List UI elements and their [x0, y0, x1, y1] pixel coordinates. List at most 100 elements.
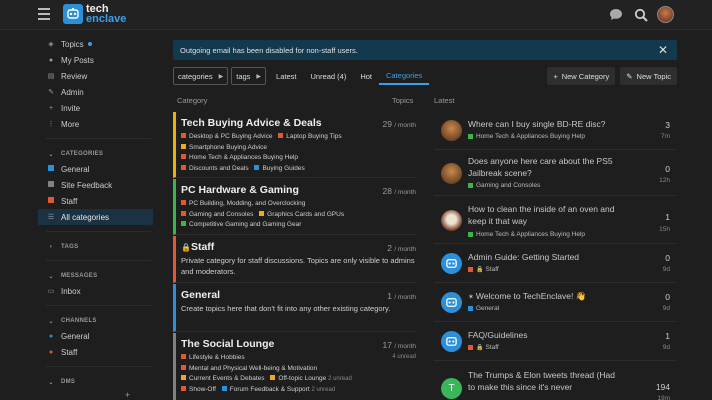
- poster-avatar[interactable]: T: [441, 378, 462, 399]
- poster-avatar[interactable]: [441, 253, 462, 274]
- search-icon[interactable]: [632, 6, 649, 23]
- sidebar: ◈ Topics ● My Posts ▤ Review ✎ Admin + I…: [38, 36, 153, 389]
- new-topic-button[interactable]: ✎ New Topic: [620, 67, 677, 85]
- subcategory-link[interactable]: Home Tech & Appliances Buying Help: [181, 153, 298, 164]
- section-header-dms[interactable]: ⌄ DMS: [38, 375, 153, 389]
- section-header-tags[interactable]: › TAGS: [38, 240, 153, 254]
- category-row[interactable]: PC Hardware & Gaming 28 / month PC Build…: [173, 179, 416, 235]
- poster-avatar[interactable]: [441, 120, 462, 141]
- category-title[interactable]: PC Hardware & Gaming: [181, 184, 416, 196]
- section-header-messages[interactable]: ⌄ MESSAGES: [38, 269, 153, 283]
- subcategory-link[interactable]: Discounts and Deals: [181, 164, 249, 175]
- more-icon: ⋮: [47, 121, 55, 128]
- caret-right-icon: ▶: [256, 73, 262, 80]
- topic-title[interactable]: How to clean the inside of an oven and k…: [468, 204, 618, 227]
- reply-count: 1: [665, 212, 670, 222]
- subcategory-link[interactable]: Lifestyle & Hobbies: [181, 353, 245, 364]
- sidebar-item-my-posts[interactable]: ● My Posts: [38, 52, 153, 68]
- topic-age[interactable]: 9d: [663, 305, 670, 312]
- subcategory-link[interactable]: Forum Feedback & Support 2 unread: [221, 385, 335, 396]
- topic-category[interactable]: 🔒 Staff: [468, 266, 499, 273]
- sidebar-item-admin[interactable]: ✎ Admin: [38, 84, 153, 100]
- poster-avatar[interactable]: [441, 331, 462, 352]
- category-title[interactable]: The Social Lounge: [181, 338, 416, 350]
- latest-topic-row[interactable]: ✶ Welcome to TechEnclave! 👋 General 0 9d: [434, 284, 677, 322]
- subcategory-link[interactable]: Laptop Buying Tips: [278, 132, 342, 143]
- latest-topic-row[interactable]: T The Trumps & Elon tweets thread (Had t…: [434, 362, 677, 400]
- category-title[interactable]: General: [181, 289, 416, 301]
- sidebar-inbox[interactable]: ▭ Inbox: [38, 283, 153, 299]
- poster-avatar[interactable]: [441, 292, 462, 313]
- topic-title[interactable]: FAQ/Guidelines: [468, 330, 628, 342]
- tags-dropdown[interactable]: tags ▶: [231, 67, 267, 85]
- subcategory-link[interactable]: Current Events & Debates: [181, 374, 265, 385]
- sidebar-item-more[interactable]: ⋮ More: [38, 116, 153, 132]
- latest-topic-row[interactable]: Admin Guide: Getting Started 🔒 Staff 0 9d: [434, 245, 677, 283]
- subcategory-link[interactable]: Show-Off: [181, 385, 216, 396]
- subcategory-link[interactable]: Desktop & PC Buying Advice: [181, 132, 272, 143]
- topic-title[interactable]: Where can I buy single BD-RE disc?: [468, 119, 628, 131]
- latest-topic-row[interactable]: FAQ/Guidelines 🔒 Staff 1 9d: [434, 323, 677, 361]
- hamburger-menu-icon[interactable]: [38, 8, 50, 20]
- nav-hot[interactable]: Hot: [353, 67, 379, 85]
- subcategory-link[interactable]: Off-topic Lounge 2 unread: [270, 374, 352, 385]
- site-logo[interactable]: tech enclave: [63, 4, 126, 25]
- sidebar-all-categories[interactable]: ☰ All categories: [38, 209, 153, 225]
- topic-age[interactable]: 7m: [661, 133, 670, 140]
- category-title[interactable]: 🔒Staff: [181, 241, 416, 253]
- chat-icon[interactable]: [607, 6, 624, 23]
- topic-age[interactable]: 19m: [657, 395, 670, 400]
- subcategory-link[interactable]: Graphics Cards and GPUs: [259, 210, 344, 221]
- subcategory-link[interactable]: PC Building, Modding, and Overclocking: [181, 199, 305, 210]
- nav-unread[interactable]: Unread (4): [303, 67, 353, 85]
- category-row[interactable]: General 1 / month Create topics here tha…: [173, 284, 416, 332]
- category-title[interactable]: Tech Buying Advice & Deals: [181, 117, 416, 129]
- poster-avatar[interactable]: [441, 163, 462, 184]
- subcategory-link[interactable]: Competitive Gaming and Gaming Gear: [181, 220, 301, 231]
- topic-category[interactable]: General: [468, 305, 499, 312]
- latest-topic-row[interactable]: How to clean the inside of an oven and k…: [434, 197, 677, 244]
- new-dm-plus-icon[interactable]: +: [125, 390, 130, 400]
- category-row[interactable]: Tech Buying Advice & Deals 29 / month De…: [173, 112, 416, 178]
- subcategory-link[interactable]: Mental and Physical Well-being & Motivat…: [181, 364, 317, 375]
- lock-icon: 🔒: [181, 243, 191, 252]
- topic-category[interactable]: Home Tech & Appliances Buying Help: [468, 133, 585, 140]
- topic-count: 29 / month: [382, 119, 416, 129]
- section-header-channels[interactable]: ⌄ CHANNELS: [38, 314, 153, 328]
- topic-age[interactable]: 9d: [663, 344, 670, 351]
- sidebar-category-general[interactable]: General: [38, 161, 153, 177]
- latest-topic-row[interactable]: Where can I buy single BD-RE disc? Home …: [434, 112, 677, 150]
- topic-age[interactable]: 12h: [659, 177, 670, 184]
- topic-age[interactable]: 9d: [663, 266, 670, 273]
- nav-latest[interactable]: Latest: [269, 67, 303, 85]
- sidebar-item-topics[interactable]: ◈ Topics: [38, 36, 153, 52]
- topic-category[interactable]: Gaming and Consoles: [468, 182, 540, 189]
- sidebar-item-review[interactable]: ▤ Review: [38, 68, 153, 84]
- category-row[interactable]: 🔒Staff 2 / month Private category for st…: [173, 236, 416, 283]
- topic-category[interactable]: 🔒 Staff: [468, 344, 499, 351]
- sidebar-item-invite[interactable]: + Invite: [38, 100, 153, 116]
- topic-title[interactable]: Admin Guide: Getting Started: [468, 252, 628, 264]
- section-header-categories[interactable]: ⌄ CATEGORIES: [38, 147, 153, 161]
- new-category-button[interactable]: + New Category: [547, 67, 616, 85]
- latest-topic-row[interactable]: Does anyone here care about the PS5 Jail…: [434, 151, 677, 196]
- subcategory-link[interactable]: Gaming and Consoles: [181, 210, 253, 221]
- close-icon[interactable]: ✕: [658, 43, 668, 57]
- category-row[interactable]: The Social Lounge 17 / month 4 unread Li…: [173, 333, 416, 400]
- poster-avatar[interactable]: [441, 210, 462, 231]
- subcategory-link[interactable]: Smartphone Buying Advice: [181, 143, 267, 154]
- topic-title[interactable]: Does anyone here care about the PS5 Jail…: [468, 156, 618, 179]
- topic-age[interactable]: 15h: [659, 226, 670, 233]
- topic-title[interactable]: ✶ Welcome to TechEnclave! 👋: [468, 291, 628, 304]
- sidebar-channel-staff[interactable]: ● Staff: [38, 344, 153, 360]
- topic-category[interactable]: Home Tech & Appliances Buying Help: [468, 231, 585, 238]
- sidebar-category-site-feedback[interactable]: Site Feedback: [38, 177, 153, 193]
- sidebar-category-staff[interactable]: Staff: [38, 193, 153, 209]
- unread-count[interactable]: 4 unread: [392, 354, 416, 360]
- categories-dropdown[interactable]: categories ▶: [173, 67, 229, 85]
- nav-categories[interactable]: Categories: [379, 67, 430, 85]
- subcategory-link[interactable]: Buying Guides: [254, 164, 305, 175]
- user-avatar[interactable]: [657, 6, 674, 23]
- topic-title[interactable]: The Trumps & Elon tweets thread (Had to …: [468, 370, 618, 393]
- sidebar-channel-general[interactable]: ● General: [38, 328, 153, 344]
